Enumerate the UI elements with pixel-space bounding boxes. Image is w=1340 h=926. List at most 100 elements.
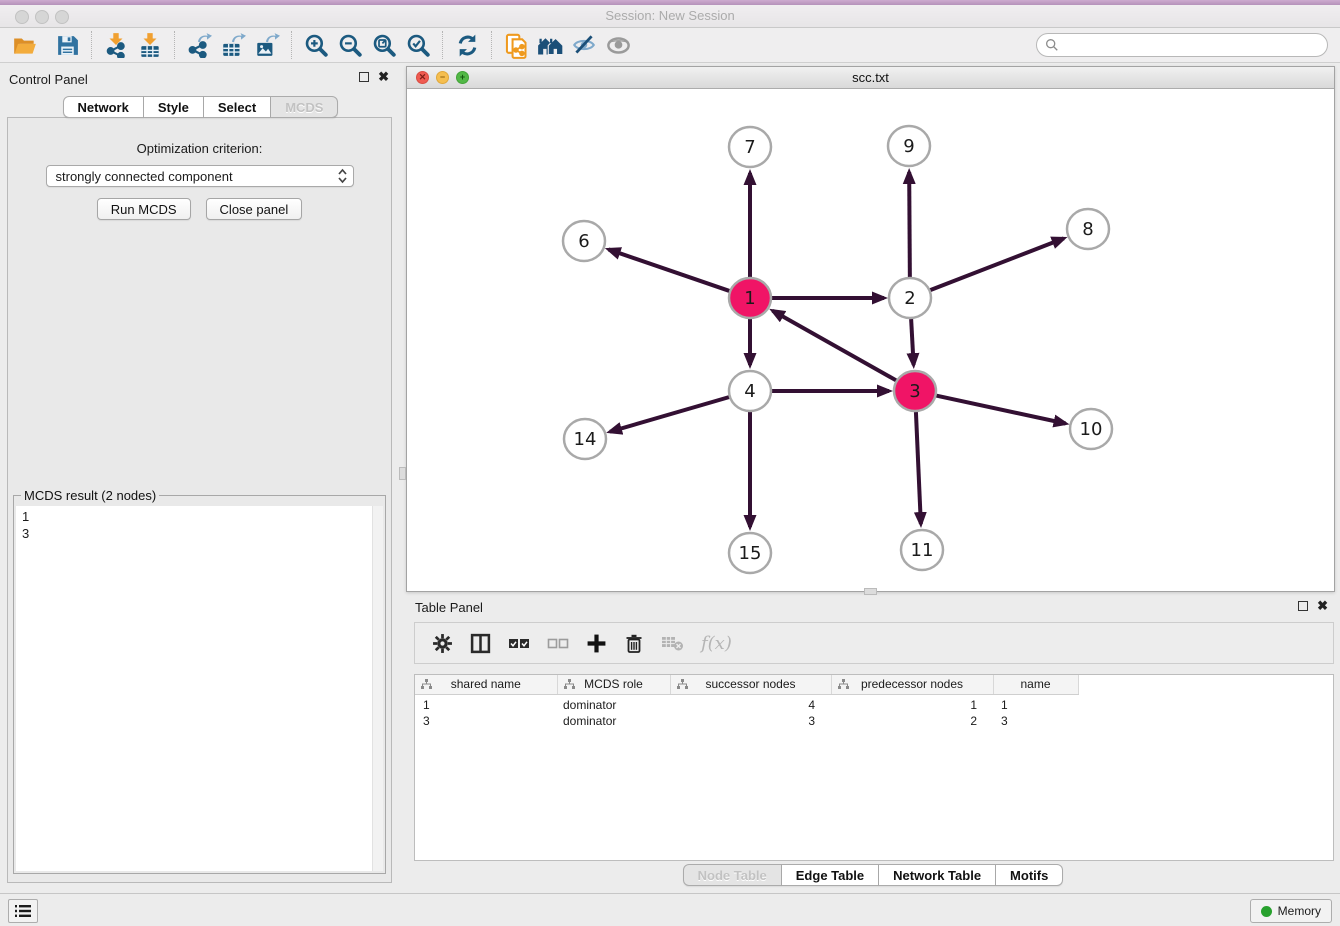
stepper-arrows-icon xyxy=(337,168,348,184)
task-history-button[interactable] xyxy=(8,899,38,923)
status-bar: Memory xyxy=(0,893,1340,926)
import-network-button[interactable] xyxy=(99,30,133,60)
tab-mcds[interactable]: MCDS xyxy=(271,96,338,118)
column-header-predecessor-nodes[interactable]: predecessor nodes xyxy=(831,675,993,694)
main-toolbar xyxy=(0,28,1340,63)
optimization-criterion-select[interactable]: strongly connected component xyxy=(46,165,354,187)
tab-style[interactable]: Style xyxy=(144,96,204,118)
toolbar-separator xyxy=(174,31,175,59)
toolbar-separator xyxy=(91,31,92,59)
memory-status-icon xyxy=(1261,906,1272,917)
zoom-selected-icon xyxy=(405,32,431,58)
tab-network[interactable]: Network xyxy=(63,96,144,118)
zoom-selected-button[interactable] xyxy=(401,30,435,60)
show-columns-button[interactable] xyxy=(470,633,491,654)
import-table-button[interactable] xyxy=(133,30,167,60)
search-input[interactable] xyxy=(1064,38,1319,52)
memory-button[interactable]: Memory xyxy=(1250,899,1332,923)
float-table-panel-icon[interactable] xyxy=(1298,601,1308,611)
zoom-in-button[interactable] xyxy=(299,30,333,60)
hide-details-eye-slash-icon xyxy=(571,32,597,58)
eye-icon xyxy=(605,32,632,59)
function-builder-button[interactable]: f(x) xyxy=(701,633,732,654)
import-network-icon xyxy=(103,32,129,58)
optimization-criterion-label: Optimization criterion: xyxy=(8,141,391,156)
network-graph[interactable]: 7968124314101511 xyxy=(407,90,1334,591)
tab-select[interactable]: Select xyxy=(204,96,271,118)
toolbar-separator xyxy=(442,31,443,59)
hide-graphics-details-button[interactable] xyxy=(567,30,601,60)
close-panel-icon[interactable]: ✖ xyxy=(378,72,389,82)
zoom-fit-button[interactable] xyxy=(367,30,401,60)
memory-label: Memory xyxy=(1278,904,1321,918)
table-panel-title: Table Panel xyxy=(415,600,483,615)
zoom-out-icon xyxy=(337,32,363,58)
cell-mcds-role: dominator xyxy=(557,697,670,713)
vertical-splitter-handle[interactable] xyxy=(399,467,406,480)
select-all-rows-button[interactable] xyxy=(508,635,530,651)
mcds-panel: Optimization criterion: strongly connect… xyxy=(7,117,392,883)
columns-icon xyxy=(470,633,491,654)
titlebar-accent-strip xyxy=(0,0,1340,5)
export-image-icon xyxy=(254,32,280,58)
cell-successor-nodes: 4 xyxy=(670,697,831,713)
tab-node-table[interactable]: Node Table xyxy=(683,864,782,886)
svg-text:7: 7 xyxy=(744,137,755,158)
column-header-shared-name[interactable]: shared name xyxy=(415,675,557,694)
svg-text:11: 11 xyxy=(911,540,934,561)
cell-shared-name: 3 xyxy=(415,713,557,729)
show-graphics-details-button[interactable] xyxy=(601,30,635,60)
table-settings-button[interactable] xyxy=(432,633,453,654)
mcds-result-list[interactable]: 1 3 xyxy=(16,506,383,871)
refresh-button[interactable] xyxy=(450,30,484,60)
svg-text:15: 15 xyxy=(739,543,762,564)
svg-text:2: 2 xyxy=(904,288,915,309)
column-header-name[interactable]: name xyxy=(993,675,1078,694)
open-session-button[interactable] xyxy=(8,30,42,60)
zoom-out-button[interactable] xyxy=(333,30,367,60)
table-header-row: shared name MCDS role successor nodes pr… xyxy=(415,675,1333,694)
table-panel-tabs: Node Table Edge Table Network Table Moti… xyxy=(406,864,1340,886)
refresh-icon xyxy=(455,33,480,58)
result-line: 3 xyxy=(22,525,377,542)
column-header-mcds-role[interactable]: MCDS role xyxy=(557,675,670,694)
deselect-all-rows-button[interactable] xyxy=(547,635,569,651)
svg-text:1: 1 xyxy=(744,288,755,309)
tab-edge-table[interactable]: Edge Table xyxy=(782,864,879,886)
deselect-checkboxes-icon xyxy=(547,635,569,651)
mcds-result-title: MCDS result (2 nodes) xyxy=(21,488,159,503)
node-table: shared name MCDS role successor nodes pr… xyxy=(415,675,1333,729)
export-image-button[interactable] xyxy=(250,30,284,60)
trash-icon xyxy=(624,633,644,654)
close-table-panel-icon[interactable]: ✖ xyxy=(1317,601,1328,611)
node-table-container: shared name MCDS role successor nodes pr… xyxy=(414,674,1334,861)
save-session-button[interactable] xyxy=(50,30,84,60)
horizontal-splitter-handle[interactable] xyxy=(864,588,877,595)
cell-predecessor-nodes: 1 xyxy=(831,697,993,713)
column-sort-icon xyxy=(677,679,688,690)
column-sort-icon xyxy=(838,679,849,690)
run-mcds-button[interactable]: Run MCDS xyxy=(97,198,191,220)
add-column-button[interactable] xyxy=(586,633,607,654)
export-table-button[interactable] xyxy=(216,30,250,60)
close-panel-button[interactable]: Close panel xyxy=(206,198,303,220)
result-scrollbar[interactable] xyxy=(372,506,383,871)
tab-network-table[interactable]: Network Table xyxy=(879,864,996,886)
table-toolbar: f(x) xyxy=(414,622,1334,664)
float-panel-icon[interactable] xyxy=(359,72,369,82)
home-view-button[interactable] xyxy=(533,30,567,60)
table-row[interactable]: 3 dominator 3 2 3 xyxy=(415,713,1333,729)
copy-network-icon xyxy=(503,32,530,59)
import-table-icon xyxy=(137,32,163,58)
table-row[interactable]: 1 dominator 4 1 1 xyxy=(415,697,1333,713)
delete-table-button[interactable] xyxy=(661,634,684,652)
export-network-button[interactable] xyxy=(182,30,216,60)
tab-motifs[interactable]: Motifs xyxy=(996,864,1063,886)
copy-network-button[interactable] xyxy=(499,30,533,60)
network-window-titlebar[interactable]: ✕ − + scc.txt xyxy=(407,67,1334,89)
delete-column-button[interactable] xyxy=(624,633,644,654)
column-header-successor-nodes[interactable]: successor nodes xyxy=(670,675,831,694)
gear-icon xyxy=(432,633,453,654)
table-panel: Table Panel ✖ xyxy=(406,596,1340,889)
search-box[interactable] xyxy=(1036,33,1328,57)
